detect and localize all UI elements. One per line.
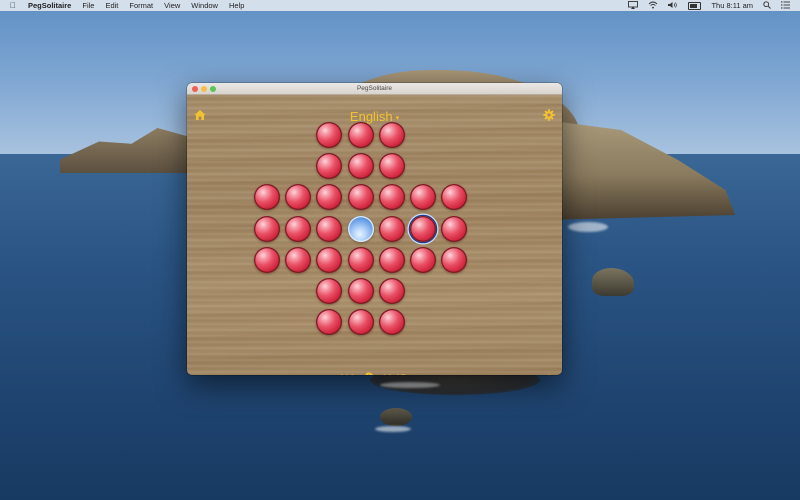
peg[interactable] xyxy=(347,278,374,304)
peg[interactable] xyxy=(441,246,468,273)
move-counter: 000 xyxy=(339,373,355,376)
speaker-icon xyxy=(548,374,550,375)
chevron-down-icon: ▾ xyxy=(395,114,400,122)
menu-bar:  PegSolitaire File Edit Format View Win… xyxy=(0,0,800,11)
empty-hole[interactable] xyxy=(347,215,374,242)
footer-stats: 000 00:07 xyxy=(187,372,562,375)
wallpaper-rock xyxy=(592,268,634,296)
wallpaper-rock xyxy=(380,408,412,426)
window-zoom-button[interactable] xyxy=(210,85,216,92)
peg[interactable] xyxy=(378,122,405,148)
peg[interactable] xyxy=(441,215,468,242)
peg[interactable] xyxy=(316,246,343,273)
apple-logo-icon[interactable]:  xyxy=(10,1,20,10)
peg[interactable] xyxy=(378,246,405,273)
menu-app-name[interactable]: PegSolitaire xyxy=(28,1,71,10)
peg[interactable] xyxy=(378,153,405,180)
settings-button[interactable] xyxy=(543,108,555,121)
peg[interactable] xyxy=(254,184,280,211)
search-icon[interactable] xyxy=(763,0,771,11)
peg[interactable] xyxy=(410,184,436,211)
peg[interactable] xyxy=(316,184,343,211)
peg[interactable] xyxy=(316,215,343,242)
peg[interactable] xyxy=(347,309,374,336)
peg[interactable] xyxy=(285,184,312,211)
menu-format[interactable]: Format xyxy=(129,1,153,10)
variant-dropdown[interactable]: English ▾ xyxy=(187,109,562,124)
elapsed-timer: 00:07 xyxy=(382,373,406,376)
volume-icon[interactable] xyxy=(668,1,678,11)
menu-file[interactable]: File xyxy=(82,1,94,10)
peg[interactable] xyxy=(316,122,343,148)
control-center-icon[interactable] xyxy=(781,0,790,11)
peg[interactable] xyxy=(316,278,343,304)
menu-window[interactable]: Window xyxy=(191,1,218,10)
peg[interactable] xyxy=(347,184,374,211)
peg[interactable] xyxy=(347,246,374,273)
menu-edit[interactable]: Edit xyxy=(105,1,118,10)
pegsolitaire-window: PegSolitaire English ▾ xyxy=(187,83,562,375)
airplay-icon[interactable] xyxy=(628,0,639,11)
peg[interactable] xyxy=(285,246,312,273)
peg[interactable] xyxy=(254,215,280,242)
peg[interactable] xyxy=(254,246,280,273)
window-titlebar[interactable]: PegSolitaire xyxy=(187,83,562,95)
peg[interactable] xyxy=(378,278,405,304)
window-minimize-button[interactable] xyxy=(201,85,207,92)
peg[interactable] xyxy=(378,215,405,242)
wallpaper-foam xyxy=(375,426,411,432)
peg[interactable] xyxy=(378,309,405,336)
peg[interactable] xyxy=(378,184,405,211)
peg[interactable] xyxy=(316,309,343,336)
battery-icon[interactable] xyxy=(688,1,702,10)
peg[interactable] xyxy=(285,215,312,242)
peg[interactable] xyxy=(347,153,374,180)
sound-toggle-button[interactable] xyxy=(543,372,555,375)
hint-head-icon xyxy=(365,372,373,375)
menu-view[interactable]: View xyxy=(164,1,180,10)
menu-help[interactable]: Help xyxy=(229,1,244,10)
game-board: English▾ 000 00:07 xyxy=(187,95,562,375)
hint-button[interactable] xyxy=(363,372,374,375)
selected-peg[interactable] xyxy=(410,215,436,242)
peg[interactable] xyxy=(316,153,343,180)
wallpaper-foam xyxy=(380,382,440,388)
window-title: PegSolitaire xyxy=(356,85,393,92)
window-close-button[interactable] xyxy=(192,85,198,92)
peg[interactable] xyxy=(441,184,468,211)
clock[interactable]: Thu 8:11 am xyxy=(711,1,753,10)
wallpaper-foam xyxy=(568,222,608,232)
peg[interactable] xyxy=(347,122,374,148)
menu-bar-status: Thu 8:11 am xyxy=(628,0,790,11)
gear-icon xyxy=(543,109,555,121)
wifi-icon[interactable] xyxy=(648,1,658,11)
peg[interactable] xyxy=(410,246,436,273)
